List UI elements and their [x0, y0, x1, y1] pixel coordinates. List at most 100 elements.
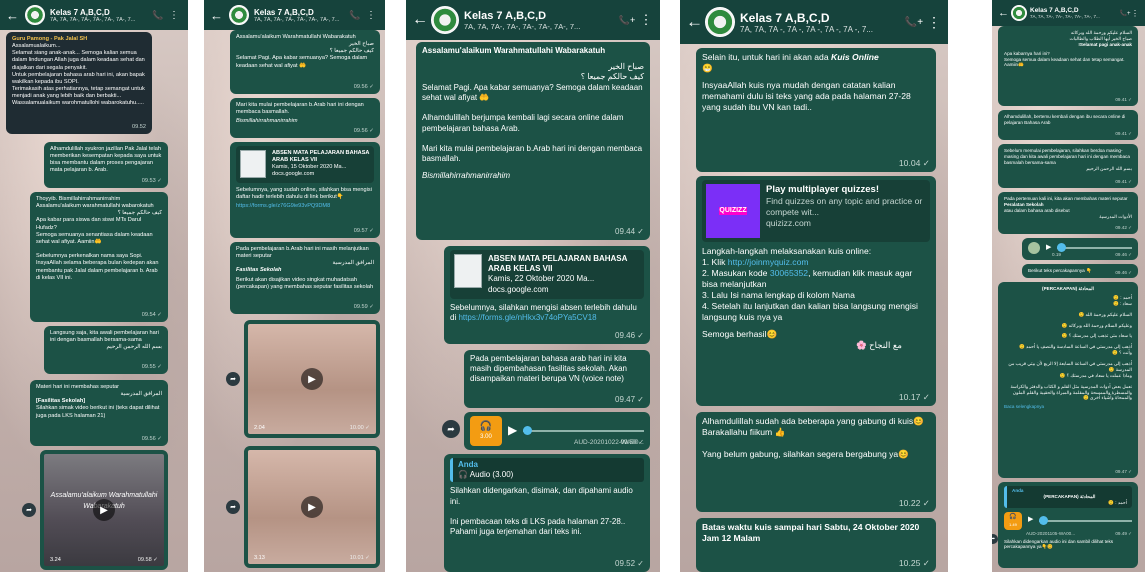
audio-progress[interactable]: [523, 426, 644, 435]
back-icon[interactable]: ←: [210, 8, 224, 23]
group-members: 7A, 7A, 7A-, 7A-, 7A-, 7A-, 7A-, 7...: [464, 21, 581, 31]
message-time: 10.22 ✓: [898, 498, 930, 508]
conversation-title: (PERCAKAPAN) المحادثة: [1042, 286, 1094, 291]
video-length: 3.24: [50, 557, 61, 563]
form-link[interactable]: https://forms.gle/nHkx3v74oPYa5CV18: [458, 313, 596, 322]
add-call-icon[interactable]: 📞+: [902, 17, 926, 28]
add-call-icon[interactable]: 📞+: [616, 15, 638, 26]
menu-icon[interactable]: ⋮: [1131, 9, 1139, 18]
message-bubble[interactable]: Assalamu'alaikum Warahmatullahi Wabaraka…: [416, 42, 650, 240]
message-bubble[interactable]: Alhamdulillah syukron jazillan Pak Jalal…: [44, 142, 168, 188]
header-text[interactable]: Kelas 7 A,B,C,D 7A, 7A, 7A -, 7A -, 7A -…: [740, 11, 902, 34]
audio-progress[interactable]: [1039, 515, 1132, 525]
message-bubble[interactable]: Batas waktu kuis sampai hari Sabtu, 24 O…: [696, 518, 936, 572]
play-icon[interactable]: ▶: [93, 499, 115, 521]
message-bubble[interactable]: ABSEN MATA PELAJARAN BAHASA ARAB KELAS V…: [444, 246, 650, 344]
message-bubble[interactable]: Materi hari ini membahas seputar المرافق…: [30, 380, 168, 446]
message-bubble[interactable]: Langsung saja, kita awali pembelajaran h…: [44, 326, 168, 374]
play-icon[interactable]: ▶: [1028, 516, 1033, 525]
audio-player[interactable]: 🎧 1.49 ▶: [1004, 511, 1132, 530]
message-bubble[interactable]: Anda 🎧 Audio (3.00) Silahkan didengarkan…: [444, 454, 650, 572]
back-icon[interactable]: ←: [998, 7, 1009, 19]
message-bubble[interactable]: ABSEN MATA PELAJARAN BAHASA ARAB KELAS V…: [230, 142, 380, 238]
message-bubble[interactable]: Guru Pamong - Pak Jalal SH Assalamualaik…: [6, 32, 152, 134]
message-text: Silahkan didengarkan, disimak, dan dipah…: [450, 486, 633, 537]
message-time: 10.00 ✓: [349, 425, 370, 431]
audio-message[interactable]: ▶ 0.19 09.46 ✓: [1022, 238, 1138, 260]
message-bubble[interactable]: Alhamdulillah, bertemu kembali dengan ib…: [998, 110, 1138, 140]
message-bubble[interactable]: Assalamu'alaikum Warahmatullahi Wabaraka…: [230, 30, 380, 94]
message-time: 09.56 ✓: [353, 83, 374, 90]
message-time: 09.47 ✓: [615, 394, 644, 404]
back-icon[interactable]: ←: [412, 11, 428, 29]
message-bubble[interactable]: Alhamdulillah sudah ada beberapa yang ga…: [696, 412, 936, 512]
play-icon[interactable]: ▶: [301, 368, 323, 390]
link-preview[interactable]: ABSEN MATA PELAJARAN BAHASA ARAB KELAS V…: [236, 146, 374, 183]
message-bubble[interactable]: Selain itu, untuk hari ini akan ada Kuis…: [696, 48, 936, 172]
audio-progress[interactable]: [1057, 243, 1132, 252]
quoted-message[interactable]: Anda (PERCAKAPAN) المحادثة أحمد : 🙂: [1004, 486, 1132, 508]
message-bubble[interactable]: QUIZIZZ Play multiplayer quizzes! Find q…: [696, 176, 936, 406]
conversation-line: أذهب إلى مدرستي في الساعة السابعة إلا ال…: [1008, 361, 1132, 372]
message-bubble[interactable]: Thoyyib. Bismillahirrahmanirrahim Assala…: [30, 192, 168, 322]
group-avatar[interactable]: [25, 5, 45, 25]
quiz-link[interactable]: http://joinmyquiz.com: [728, 257, 809, 267]
video-message[interactable]: Assalamu'alaikum Warahmatullahi Wabaraka…: [40, 450, 168, 570]
add-call-icon[interactable]: 📞+: [1119, 10, 1131, 17]
message-text: Pada pembelajaran bahasa arab hari ini k…: [470, 354, 627, 384]
message-text: Berikut akan disajikan video singkat muh…: [236, 276, 374, 290]
play-icon[interactable]: ▶: [1046, 244, 1051, 253]
audio-message[interactable]: 🎧 3.00 ▶ AUD-20201022-WA00... 09.50 ✓: [464, 412, 650, 450]
menu-icon[interactable]: ⋮: [638, 12, 654, 28]
group-avatar[interactable]: [229, 5, 249, 25]
message-bubble[interactable]: (PERCAKAPAN) المحادثة أحمد : 🙂 سعاد : 🙂 …: [998, 282, 1138, 478]
menu-icon[interactable]: ⋮: [363, 10, 379, 21]
message-bubble[interactable]: Pada pembelajaran b.Arab hari ini masih …: [230, 242, 380, 314]
message-text: Sebelum memulai pembelajaran, silahkan b…: [1004, 148, 1130, 165]
forward-icon[interactable]: ➦: [226, 500, 240, 514]
group-avatar[interactable]: [431, 6, 459, 34]
play-icon[interactable]: ▶: [508, 423, 517, 438]
forward-icon[interactable]: ➦: [442, 420, 460, 438]
link-preview[interactable]: ABSEN MATA PELAJARAN BAHASA ARAB KELAS V…: [450, 250, 644, 299]
header-text[interactable]: Kelas 7 A,B,C,D 7A, 7A, 7A-, 7A-, 7A-, 7…: [464, 10, 616, 31]
message-bubble[interactable]: Berikut teks percakapannya 👇 09.46 ✓: [1022, 264, 1138, 278]
forward-icon[interactable]: ➦: [226, 372, 240, 386]
message-bubble[interactable]: السلام عليكم ورحمة الله وبركاته صباح الخ…: [998, 26, 1138, 106]
group-avatar[interactable]: [1011, 5, 1027, 21]
message-text: Alhamdulillah sudah ada beberapa yang ga…: [702, 416, 924, 459]
video-length: 3.13: [254, 555, 265, 561]
form-link[interactable]: https://forms.gle/z76G9ie93vPQ9DM8: [236, 203, 374, 210]
message-bubble[interactable]: Sebelum memulai pembelajaran, silahkan b…: [998, 144, 1138, 188]
quiz-code[interactable]: 30065352: [770, 268, 808, 278]
group-avatar[interactable]: [705, 7, 735, 37]
message-bubble[interactable]: Pada pembelajaran bahasa arab hari ini k…: [464, 350, 650, 408]
group-title: Kelas 7 A,B,C,D: [464, 9, 547, 22]
back-icon[interactable]: ←: [686, 12, 703, 32]
arabic-text: المرافق المدرسية: [332, 260, 374, 267]
message-bubble[interactable]: Anda (PERCAKAPAN) المحادثة أحمد : 🙂 🎧 1.…: [998, 482, 1138, 568]
back-icon[interactable]: ←: [6, 8, 20, 23]
play-icon[interactable]: ▶: [301, 496, 323, 518]
forward-icon[interactable]: ➦: [22, 503, 36, 517]
conversation-line: سعاد : 🙂: [1112, 300, 1132, 306]
video-message[interactable]: ▶ 3.13 10.01 ✓: [244, 446, 380, 568]
preview-title: Play multiplayer quizzes!: [766, 184, 879, 195]
menu-icon[interactable]: ⋮: [926, 14, 942, 31]
audio-size: 3.00: [480, 433, 492, 440]
message-bubble[interactable]: Pada pertemuan kali ini, kita akan memba…: [998, 192, 1138, 234]
menu-icon[interactable]: ⋮: [166, 10, 182, 21]
message-text: Langsung saja, kita awali pembelajaran h…: [50, 330, 159, 344]
read-more-link[interactable]: Baca selengkapnya: [1004, 404, 1132, 410]
call-icon[interactable]: 📞: [347, 10, 363, 21]
quoted-message[interactable]: Anda 🎧 Audio (3.00): [450, 458, 644, 483]
message-time: 09.58 ✓: [137, 557, 158, 563]
message-bubble[interactable]: Mari kita mulai pembelajaran b.Arab hari…: [230, 98, 380, 138]
video-message[interactable]: ▶ 2.04 10.00 ✓: [244, 320, 380, 438]
header-text[interactable]: Kelas 7 A,B,C,D 7A, 7A, 7A-, 7A-, 7A-, 7…: [50, 8, 150, 23]
call-icon[interactable]: 📞: [150, 10, 166, 21]
header-text[interactable]: Kelas 7 A,B,C,D 7A, 7A, 7A-, 7A-, 7A-, 7…: [1030, 7, 1119, 19]
header-text[interactable]: Kelas 7 A,B,C,D 7A, 7A, 7A-, 7A-, 7A-, 7…: [254, 8, 347, 23]
link-preview[interactable]: QUIZIZZ Play multiplayer quizzes! Find q…: [702, 180, 930, 242]
message-text: Alhamdulillah, bertemu kembali dengan ib…: [1004, 114, 1126, 125]
